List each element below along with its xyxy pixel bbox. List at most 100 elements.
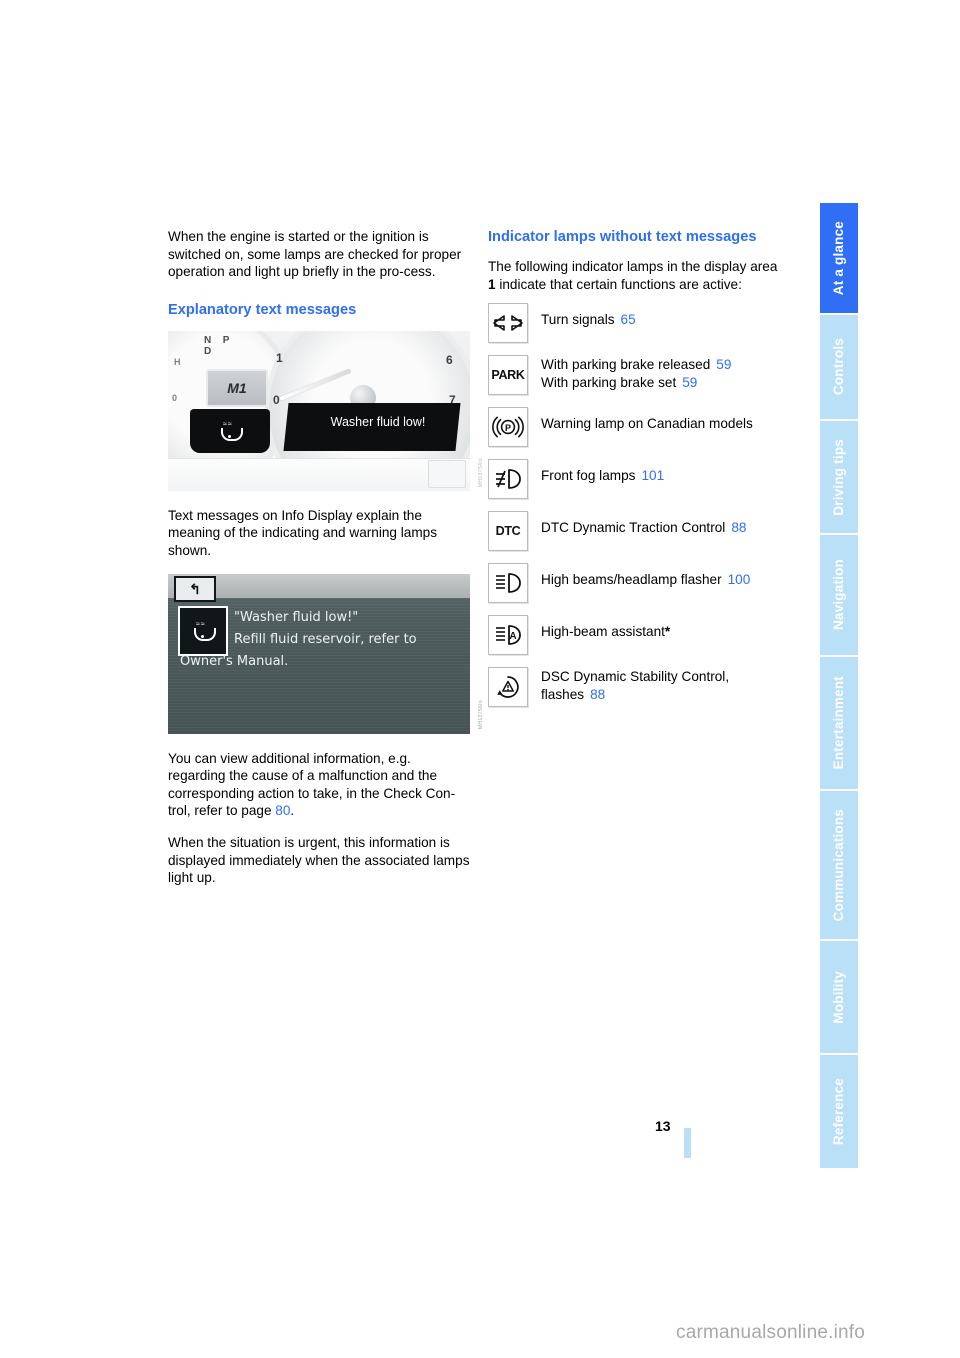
lamp-label-group: Turn signals 65 [541, 303, 636, 329]
lamp-sub-line: flashes 88 [541, 686, 729, 704]
gear-display: M1 [206, 368, 268, 407]
page-reference[interactable]: 59 [716, 357, 731, 372]
lamp-label: DTC Dynamic Traction Control [541, 520, 726, 536]
lamp-label-group: DTC Dynamic Traction Control 88 [541, 511, 746, 537]
page-reference[interactable]: 88 [590, 687, 605, 702]
manual-page: At a glance Controls Driving tips Naviga… [0, 0, 960, 1358]
lamp-label-group: With parking brake released 59 With parki… [541, 355, 731, 391]
high-beam-icon [488, 563, 528, 604]
instrument-cluster-image: N PD M1 H 0 0 1 6 7 ≈≈ Washer fluid low! [168, 330, 470, 491]
list-item: DTC DTC Dynamic Traction Control 88 [488, 511, 788, 552]
info-display-paragraph: Text messages on Info Display explain th… [168, 507, 438, 558]
reservoir-bowl [194, 627, 216, 641]
page-number: 13 [655, 1118, 671, 1134]
tab-label: Controls [831, 338, 847, 396]
lamp-label-group: Warning lamp on Canadian models [541, 407, 753, 433]
check-control-text-a: You can view additional information, e.g… [168, 750, 456, 819]
tab-driving-tips[interactable]: Driving tips [820, 421, 858, 533]
check-control-text-b: . [290, 803, 295, 819]
page-reference-80[interactable]: 80 [275, 803, 290, 818]
coolant-temp-label: H [174, 356, 181, 367]
intro-paragraph: When the engine is started or the igniti… [168, 229, 462, 280]
tach-tick-6: 6 [446, 352, 453, 367]
high-beam-assistant-icon: A [488, 615, 528, 656]
page-reference[interactable]: 88 [731, 520, 746, 535]
info-display-line-3: Owner's Manual. [180, 653, 289, 669]
tab-reference[interactable]: Reference [820, 1055, 858, 1168]
figure-info-display: ↰ ≈≈ "Washer fluid low!" Refill fluid re… [168, 573, 484, 734]
figure-watermark: MH13754lo [478, 457, 484, 487]
page-reference[interactable]: 59 [682, 375, 697, 390]
list-item: P Warning lamp on Canadian models [488, 407, 788, 448]
page-edge-marker [684, 1128, 691, 1158]
cluster-base [168, 457, 470, 491]
urgent-paragraph: When the situation is urgent, this infor… [168, 834, 470, 886]
page-reference[interactable]: 100 [728, 572, 751, 587]
back-arrow-icon[interactable]: ↰ [174, 575, 216, 602]
lamp-label-group: DSC Dynamic Stability Control, flashes 88 [541, 667, 729, 703]
parking-brake-p-circle-icon: P [488, 407, 528, 448]
figure-instrument-cluster: N PD M1 H 0 0 1 6 7 ≈≈ Washer fluid low!… [168, 330, 484, 491]
lamp-label-group: High beams/headlamp flasher 100 [541, 563, 750, 589]
list-item: High beams/headlamp flasher 100 [488, 563, 788, 604]
dtc-glyph-label: DTC [495, 524, 521, 539]
right-column: Indicator lamps without text messages Th… [488, 228, 788, 719]
indicator-lamps-heading: Indicator lamps without text messages [488, 229, 757, 245]
display-area-number: 1 [488, 276, 496, 292]
page-reference[interactable]: 65 [621, 312, 636, 327]
lamp-sub-label: With parking brake set [541, 374, 677, 390]
gear-position-labels: N PD [204, 334, 232, 357]
list-item: A High-beam assistant* [488, 615, 788, 656]
message-washer-fluid-icon: ≈≈ [178, 605, 228, 656]
explanatory-text-messages-heading: Explanatory text messages [168, 301, 357, 318]
lamp-label: Turn signals [541, 312, 615, 328]
fuel-label: 0 [172, 392, 178, 403]
intro-text-a: The following indicator lamps in the dis… [488, 259, 778, 274]
lamp-sub-label: flashes [541, 686, 585, 702]
tach-tick-0: 0 [273, 392, 280, 407]
lamp-label: Warning lamp on Canadian models [541, 416, 753, 432]
lamp-label: High beams/headlamp flasher [541, 572, 722, 588]
info-display-line-1: "Washer fluid low!" [234, 609, 359, 625]
check-control-paragraph: You can view additional information, e.g… [168, 750, 470, 820]
washer-fluid-icon: ≈≈ [192, 620, 216, 641]
site-watermark: carmanualsonline.info [676, 1322, 866, 1343]
spray-lines: ≈≈ [196, 620, 206, 628]
tab-label: Driving tips [831, 438, 847, 516]
page-reference[interactable]: 101 [641, 468, 664, 483]
tab-entertainment[interactable]: Entertainment [820, 657, 858, 789]
lamp-label: Front fog lamps [541, 468, 636, 484]
tab-at-a-glance[interactable]: At a glance [820, 203, 858, 313]
tab-label: At a glance [831, 220, 847, 296]
lamp-label: High-beam assistant [541, 624, 665, 640]
section-tab-rail: At a glance Controls Driving tips Naviga… [820, 203, 858, 1168]
fluid-drop [201, 634, 204, 638]
info-display-image: ↰ ≈≈ "Washer fluid low!" Refill fluid re… [168, 573, 470, 734]
lamp-label-group: Front fog lamps 101 [541, 459, 664, 485]
tab-label: Communications [831, 808, 847, 922]
cluster-base-button [428, 459, 466, 488]
indicator-lamps-intro: The following indicator lamps in the dis… [488, 258, 788, 293]
back-arrow-glyph: ↰ [189, 580, 201, 597]
washer-fluid-icon: ≈≈ [219, 420, 243, 441]
reservoir-bowl [221, 427, 243, 441]
park-glyph-label: PARK [491, 368, 525, 383]
cluster-message-text: Washer fluid low! [330, 414, 426, 429]
svg-text:P: P [505, 423, 511, 433]
figure-watermark: MH13756lo [478, 700, 484, 730]
optional-equipment-asterisk: * [664, 624, 671, 640]
park-text-icon: PARK [488, 355, 528, 396]
lamp-label: DSC Dynamic Stability Control, [541, 669, 730, 685]
lamp-sub-line: With parking brake set 59 [541, 374, 731, 392]
warning-lamp-panel: ≈≈ [190, 408, 270, 453]
tab-navigation[interactable]: Navigation [820, 535, 858, 655]
tab-controls[interactable]: Controls [820, 315, 858, 419]
list-item: DSC Dynamic Stability Control, flashes 88 [488, 667, 788, 708]
tab-label: Mobility [831, 970, 847, 1024]
tab-communications[interactable]: Communications [820, 791, 858, 939]
spray-lines: ≈≈ [223, 420, 233, 428]
info-display-line-2: Refill fluid reservoir, refer to [234, 631, 417, 647]
svg-text:A: A [509, 631, 516, 642]
list-item: Turn signals 65 [488, 303, 788, 344]
tab-mobility[interactable]: Mobility [820, 941, 858, 1053]
